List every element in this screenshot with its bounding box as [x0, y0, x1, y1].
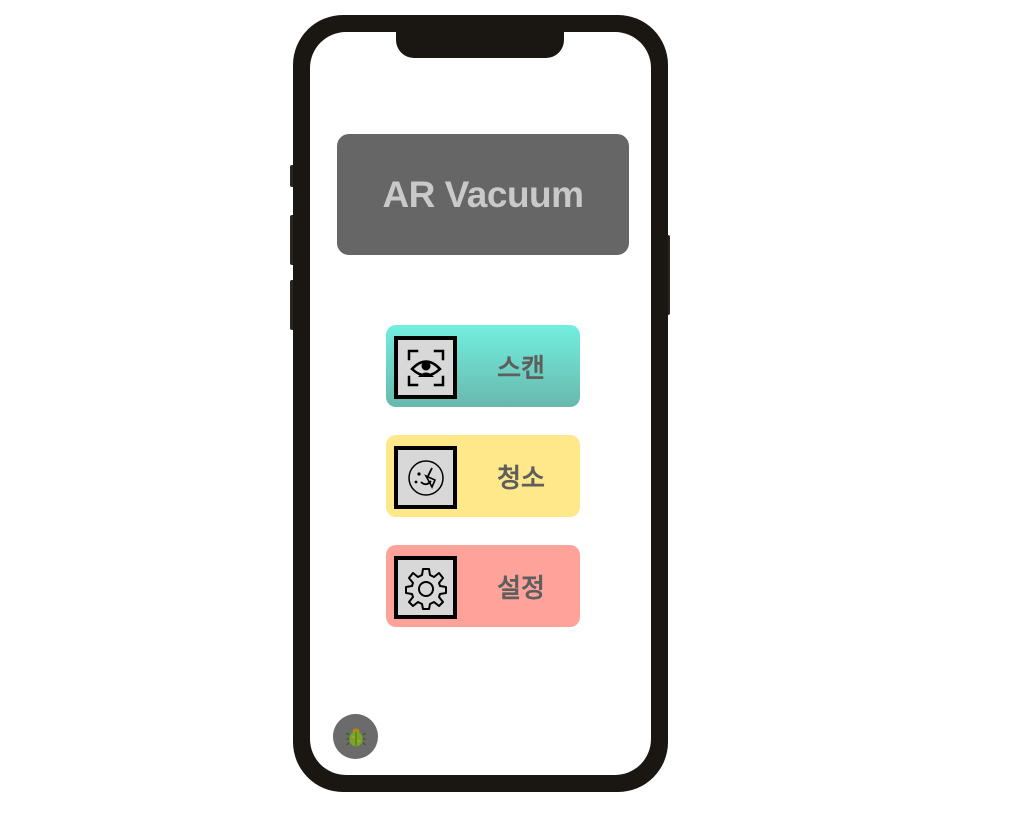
debug-button[interactable] — [333, 714, 378, 759]
gear-icon — [404, 567, 447, 610]
scan-button-label: 스캔 — [497, 353, 545, 384]
cleaning-icon — [407, 459, 444, 496]
scan-icon — [407, 349, 444, 386]
phone-notch — [396, 30, 564, 58]
scan-button[interactable]: 스캔 — [386, 325, 580, 407]
bug-icon — [345, 728, 366, 746]
app-title: AR Vacuum — [382, 173, 584, 215]
scan-icon-box — [394, 336, 457, 399]
settings-icon-box — [394, 556, 457, 619]
clean-icon-box — [394, 446, 457, 509]
canvas: AR Vacuum 스캔 청소 설정 — [0, 0, 1028, 814]
settings-button[interactable]: 설정 — [386, 545, 580, 627]
title-banner: AR Vacuum — [337, 134, 629, 255]
settings-button-label: 설정 — [497, 573, 545, 604]
clean-button[interactable]: 청소 — [386, 435, 580, 517]
clean-button-label: 청소 — [497, 463, 545, 494]
